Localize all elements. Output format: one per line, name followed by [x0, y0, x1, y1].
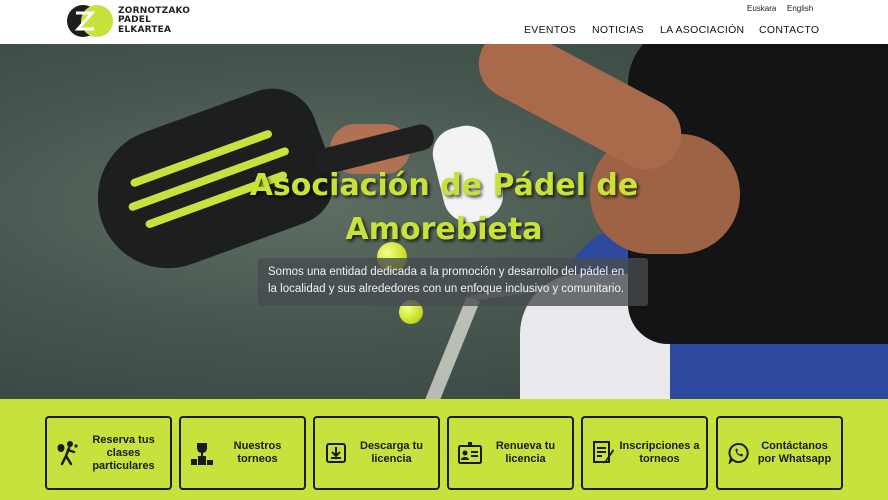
tile-label: Inscripciones a torneos: [619, 440, 700, 465]
download-icon: [323, 440, 349, 466]
logo-icon: [67, 5, 113, 37]
nav-la-asociacion[interactable]: LA ASOCIACIÓN: [660, 24, 744, 36]
nav-noticias[interactable]: NOTICIAS: [592, 24, 644, 36]
padel-player-icon: [55, 440, 81, 466]
hero-banner: Asociación de Pádel de Amorebieta Somos …: [0, 44, 888, 399]
lang-english-link[interactable]: English: [787, 4, 813, 13]
tile-label: Renueva tu licencia: [495, 440, 556, 465]
logo[interactable]: ZORNOTZAKO PADEL ELKARTEA: [66, 3, 190, 39]
form-pencil-icon: [591, 440, 617, 466]
id-card-icon: [457, 440, 483, 466]
hero-description: Somos una entidad dedicada a la promoció…: [258, 258, 648, 306]
tile-renueva-licencia[interactable]: Renueva tu licencia: [447, 416, 574, 490]
tile-nuestros-torneos[interactable]: Nuestros torneos: [179, 416, 306, 490]
tile-label: Reserva tus clases particulares: [92, 433, 155, 472]
tile-descarga-licencia[interactable]: Descarga tu licencia: [313, 416, 440, 490]
tile-whatsapp-contacto[interactable]: Contáctanos por Whatsapp: [716, 416, 843, 490]
tile-inscripciones-torneos[interactable]: Inscripciones a torneos: [581, 416, 708, 490]
trophy-podium-icon: [189, 440, 215, 466]
nav-eventos[interactable]: EVENTOS: [524, 24, 576, 36]
logo-text: ZORNOTZAKO PADEL ELKARTEA: [118, 5, 191, 35]
court-line: [414, 296, 480, 399]
nav-contacto[interactable]: CONTACTO: [759, 24, 819, 36]
tile-reserva-clases[interactable]: Reserva tus clases particulares: [45, 416, 172, 490]
site-header: ZORNOTZAKO PADEL ELKARTEA Euskara Englis…: [0, 0, 888, 44]
whatsapp-icon: [726, 440, 752, 466]
quick-links-band: Reserva tus clases particulares Nuestros…: [0, 399, 888, 500]
lang-euskara-link[interactable]: Euskara: [747, 4, 776, 13]
tile-label: Descarga tu licencia: [360, 440, 423, 465]
tile-label: Nuestros torneos: [233, 440, 282, 465]
tile-label: Contáctanos por Whatsapp: [757, 440, 832, 465]
hero-title: Asociación de Pádel de Amorebieta: [249, 168, 639, 247]
